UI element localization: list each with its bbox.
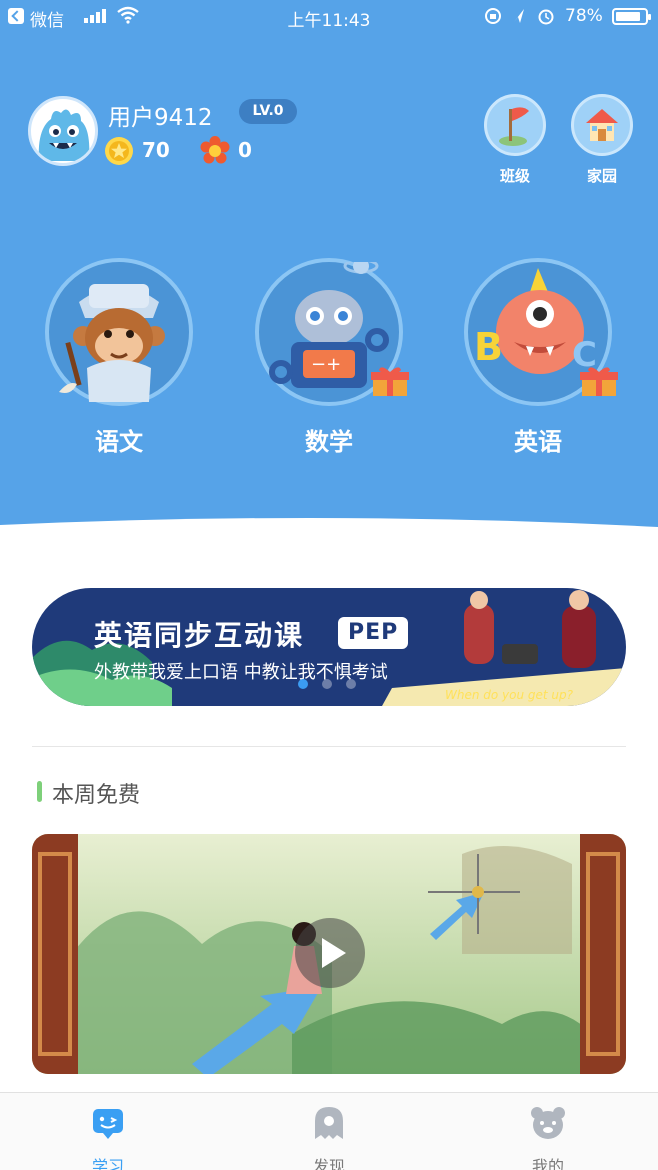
hero-wave [0, 517, 658, 575]
username: 用户9412 [108, 105, 213, 131]
carousel-dot[interactable] [346, 679, 356, 689]
discover-icon [315, 1107, 343, 1139]
class-button[interactable]: 班级 [483, 94, 547, 194]
robot-icon: −+ [255, 258, 409, 406]
carousel-dot[interactable] [322, 679, 332, 689]
tab-discover-label: 发现 [312, 1157, 345, 1170]
play-button[interactable] [295, 918, 365, 988]
house-icon [571, 94, 633, 156]
level-badge: LV.0 [239, 99, 297, 124]
subject-chinese-label: 语文 [95, 428, 143, 456]
status-icons [485, 8, 554, 25]
banner-title: 英语同步互动课 [94, 619, 305, 652]
monster-icon: B C [464, 258, 618, 406]
avatar[interactable] [28, 96, 98, 166]
flag-icon [484, 94, 546, 156]
section-title: 本周免费 [52, 783, 141, 808]
gift-icon [371, 367, 409, 396]
tab-mine[interactable]: 我的 [498, 1105, 598, 1170]
tab-discover[interactable]: 发现 [279, 1105, 379, 1170]
svg-text:−+: −+ [311, 354, 341, 375]
gift-icon [580, 367, 618, 396]
coin-icon [105, 137, 133, 165]
subject-english[interactable]: B C 英语 [463, 258, 618, 458]
monkey-scholar-icon [45, 258, 193, 406]
subject-english-label: 英语 [514, 428, 562, 456]
flower-count: 0 [238, 138, 252, 162]
tab-learn-label: 学习 [91, 1157, 124, 1170]
battery-icon [612, 8, 651, 25]
home-label: 家园 [586, 167, 617, 185]
battery-percent: 78% [565, 6, 603, 26]
learn-icon [93, 1109, 123, 1139]
home-button[interactable]: 家园 [570, 94, 634, 194]
section-divider [32, 746, 626, 747]
subject-chinese[interactable]: 语文 [44, 258, 194, 458]
coin-count: 70 [142, 138, 170, 162]
status-bar: 微信 上午11:43 78% [0, 0, 658, 34]
svg-text:B: B [474, 325, 503, 369]
subject-math[interactable]: −+ 数学 [254, 258, 409, 458]
section-accent-bar [37, 781, 42, 802]
bear-icon [531, 1107, 565, 1139]
banner-tag: PEP [338, 617, 409, 649]
tab-bar: 学习 发现 我的 [0, 1092, 658, 1170]
class-label: 班级 [499, 167, 530, 185]
carousel-dots [298, 679, 368, 691]
banner-caption: When do you get up? [445, 688, 574, 702]
flower-icon [200, 136, 230, 164]
carousel-dot[interactable] [298, 679, 308, 689]
subject-math-label: 数学 [305, 428, 353, 456]
avatar-monster-icon [38, 109, 90, 161]
tab-learn[interactable]: 学习 [58, 1105, 158, 1170]
tab-mine-label: 我的 [531, 1157, 564, 1170]
